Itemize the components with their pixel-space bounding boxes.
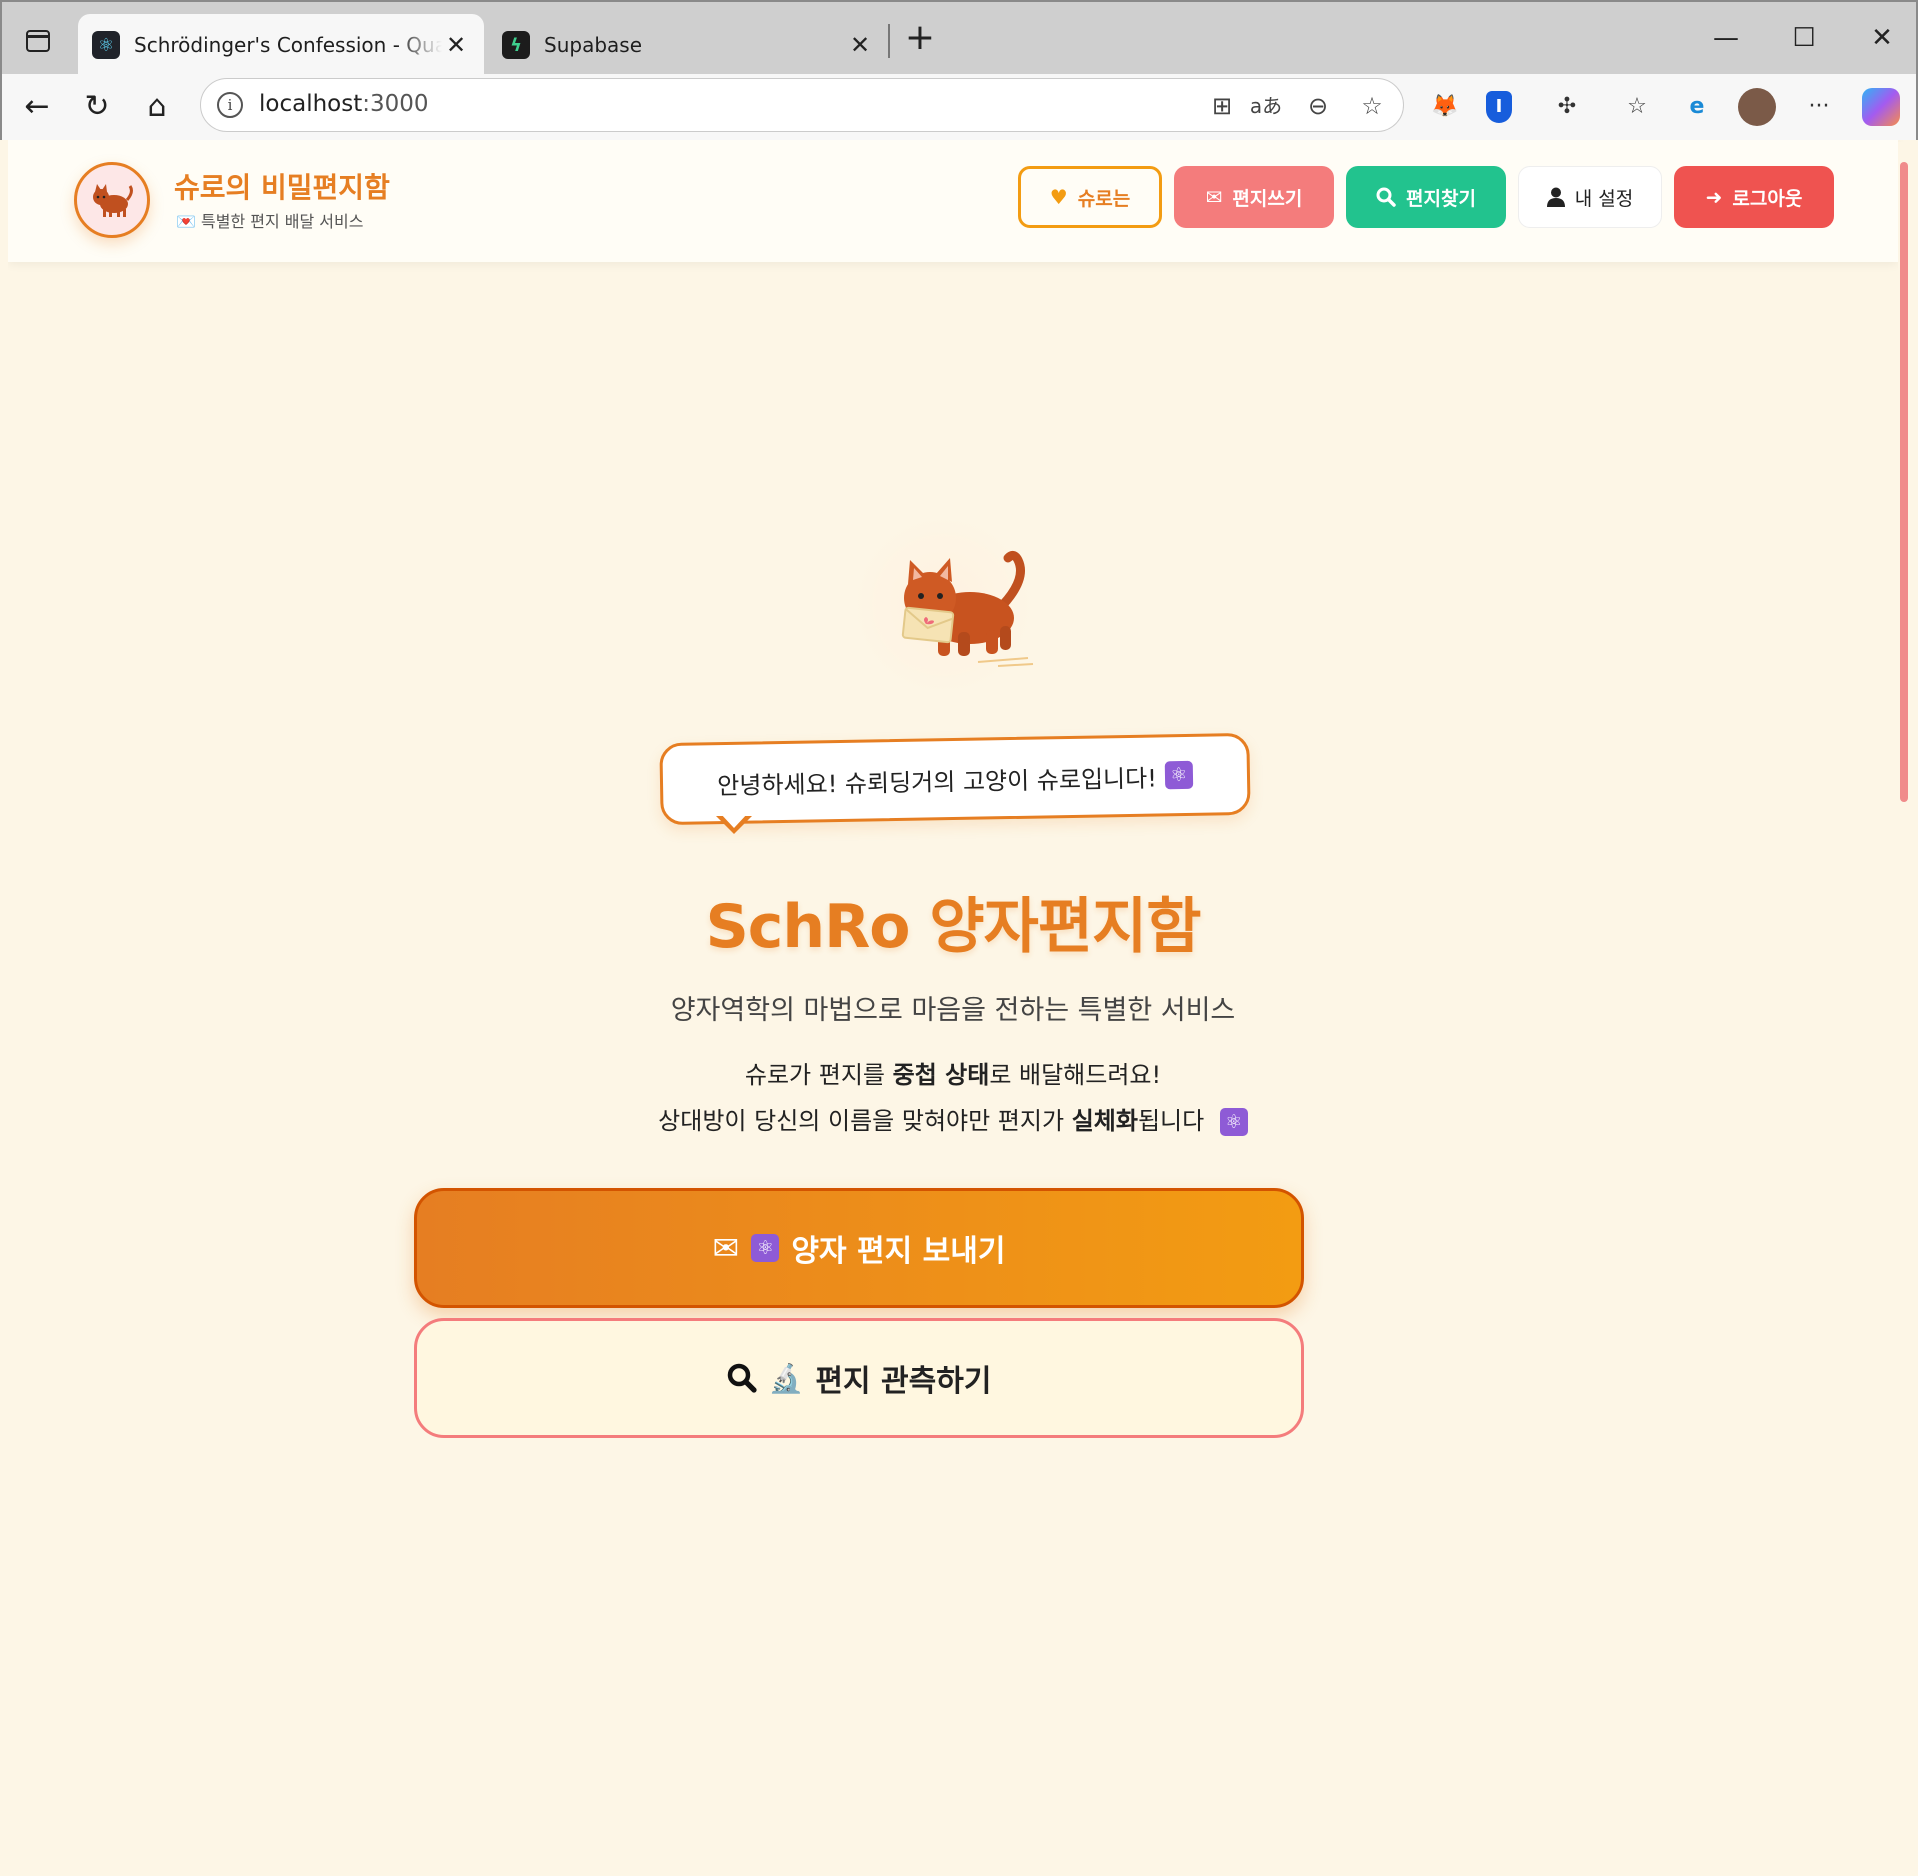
- tab-actions-icon: [26, 30, 50, 52]
- atom-icon: ⚛: [751, 1234, 780, 1262]
- send-quantum-letter-button[interactable]: ✉ ⚛ 양자 편지 보내기: [414, 1188, 1304, 1308]
- logo[interactable]: [74, 162, 150, 238]
- about-button[interactable]: ♥ 슈로는: [1018, 166, 1162, 228]
- tab-actions-button[interactable]: [18, 24, 58, 58]
- observe-letter-button[interactable]: 🔬 편지 관측하기: [414, 1318, 1304, 1438]
- browser-tab-bar: ⚛ Schrödinger's Confession - Quantum ✕ ϟ…: [0, 0, 1918, 76]
- desc-highlight: 실체화: [1071, 1107, 1138, 1135]
- user-icon: [1546, 187, 1565, 207]
- zoom-out-icon[interactable]: ⊖: [1301, 89, 1335, 123]
- brand-title[interactable]: 슈로의 비밀편지함: [174, 166, 390, 206]
- observe-label: 편지 관측하기: [815, 1364, 992, 1399]
- tab-title: Schrödinger's Confession - Quantum: [134, 33, 442, 57]
- split-screen-icon[interactable]: ⊞: [1205, 89, 1239, 123]
- envelope-icon: ✉: [1205, 185, 1223, 209]
- sign-out-icon: ➜: [1705, 185, 1723, 209]
- back-button[interactable]: ←: [14, 84, 60, 130]
- tab-schrodingers-confession[interactable]: ⚛ Schrödinger's Confession - Quantum ✕: [78, 14, 484, 76]
- heart-icon: ♥: [1049, 185, 1068, 209]
- profile-avatar[interactable]: [1738, 88, 1776, 126]
- logout-button[interactable]: ➜ 로그아웃: [1674, 166, 1834, 228]
- cat-mascot-icon: [901, 550, 1034, 667]
- settings-button[interactable]: 내 설정: [1518, 166, 1662, 228]
- close-tab-icon[interactable]: ✕: [442, 31, 470, 59]
- tab-divider: [888, 24, 890, 58]
- address-bar: ← ↻ ⌂ i localhost:3000 ⊞ aあ ⊖ ☆ 🦊 I ✣ ☆ …: [0, 74, 1918, 140]
- metamask-icon[interactable]: 🦊: [1426, 88, 1464, 126]
- envelope-icon: ✉: [712, 1229, 740, 1267]
- search-icon: [1376, 187, 1396, 207]
- write-letter-button[interactable]: ✉ 편지쓰기: [1174, 166, 1334, 228]
- close-window-button[interactable]: ✕: [1850, 16, 1914, 60]
- url-field[interactable]: i localhost:3000 ⊞ aあ ⊖ ☆: [200, 78, 1404, 132]
- desc-text: 슈로가 편지를: [744, 1061, 893, 1089]
- description-line-1: 슈로가 편지를 중첩 상태로 배달해드려요!: [8, 1052, 1898, 1098]
- edge-collections-icon[interactable]: e: [1678, 88, 1716, 126]
- site-info-icon[interactable]: i: [217, 92, 243, 118]
- scrollbar-thumb[interactable]: [1900, 162, 1908, 802]
- send-label: 양자 편지 보내기: [791, 1234, 1006, 1269]
- favorites-icon[interactable]: ☆: [1618, 88, 1656, 126]
- more-menu-icon[interactable]: ···: [1800, 88, 1838, 126]
- new-tab-button[interactable]: +: [900, 20, 940, 60]
- speech-bubble-tail: [716, 813, 752, 834]
- speech-bubble: 안녕하세요! 슈뢰딩거의 고양이 슈로입니다! ⚛: [659, 732, 1251, 826]
- hero-description: 슈로가 편지를 중첩 상태로 배달해드려요! 상대방이 당신의 이름을 맞혀야만…: [8, 1052, 1898, 1144]
- maximize-button[interactable]: ☐: [1772, 16, 1836, 60]
- tab-title: Supabase: [544, 33, 642, 57]
- url-host: localhost: [259, 91, 363, 117]
- url-port: :3000: [362, 91, 429, 117]
- search-icon: [727, 1363, 757, 1393]
- microscope-icon: 🔬: [768, 1361, 804, 1395]
- copilot-icon[interactable]: [1862, 88, 1900, 126]
- description-line-2: 상대방이 당신의 이름을 맞혀야만 편지가 실체화됩니다 ⚛: [8, 1098, 1898, 1144]
- atom-icon: ⚛: [1219, 1108, 1248, 1136]
- page-scrollbar[interactable]: [1898, 142, 1908, 1872]
- about-label: 슈로는: [1077, 187, 1131, 210]
- tab-supabase[interactable]: ϟ Supabase ✕: [488, 14, 888, 76]
- logout-label: 로그아웃: [1732, 187, 1803, 210]
- find-label: 편지찾기: [1406, 187, 1476, 210]
- brand-subtitle: 💌 특별한 편지 배달 서비스: [176, 212, 364, 231]
- desc-text: 상대방이 당신의 이름을 맞혀야만 편지가: [658, 1107, 1072, 1135]
- supabase-icon: ϟ: [502, 31, 530, 59]
- extensions-icon[interactable]: ✣: [1548, 88, 1586, 126]
- hero-subtitle: 양자역학의 마법으로 마음을 전하는 특별한 서비스: [670, 995, 1236, 1026]
- desc-highlight: 중첩 상태: [892, 1061, 990, 1089]
- settings-label: 내 설정: [1574, 187, 1634, 210]
- find-letter-button[interactable]: 편지찾기: [1346, 166, 1506, 228]
- hero-title: SchRo 양자편지함: [705, 892, 1202, 962]
- close-tab-icon[interactable]: ✕: [846, 31, 874, 59]
- translate-icon[interactable]: aあ: [1249, 89, 1283, 123]
- favorite-star-icon[interactable]: ☆: [1355, 89, 1389, 123]
- bitwarden-icon[interactable]: I: [1486, 91, 1512, 123]
- desc-text: 로 배달해드려요!: [989, 1061, 1162, 1089]
- atom-icon: ⚛: [1164, 760, 1193, 790]
- home-button[interactable]: ⌂: [134, 84, 180, 130]
- page-viewport: 슈로의 비밀편지함 💌 특별한 편지 배달 서비스 ♥ 슈로는 ✉ 편지쓰기 편…: [8, 140, 1908, 1876]
- refresh-button[interactable]: ↻: [74, 84, 120, 130]
- react-icon: ⚛: [92, 31, 120, 59]
- site-header: 슈로의 비밀편지함 💌 특별한 편지 배달 서비스 ♥ 슈로는 ✉ 편지쓰기 편…: [8, 140, 1898, 262]
- url-text[interactable]: localhost:3000: [259, 91, 429, 117]
- write-label: 편지쓰기: [1232, 187, 1303, 210]
- speech-text: 안녕하세요! 슈뢰딩거의 고양이 슈로입니다!: [717, 763, 1158, 800]
- desc-text: 됩니다: [1137, 1107, 1205, 1135]
- minimize-button[interactable]: —: [1694, 16, 1758, 60]
- cat-logo-icon: [93, 184, 133, 217]
